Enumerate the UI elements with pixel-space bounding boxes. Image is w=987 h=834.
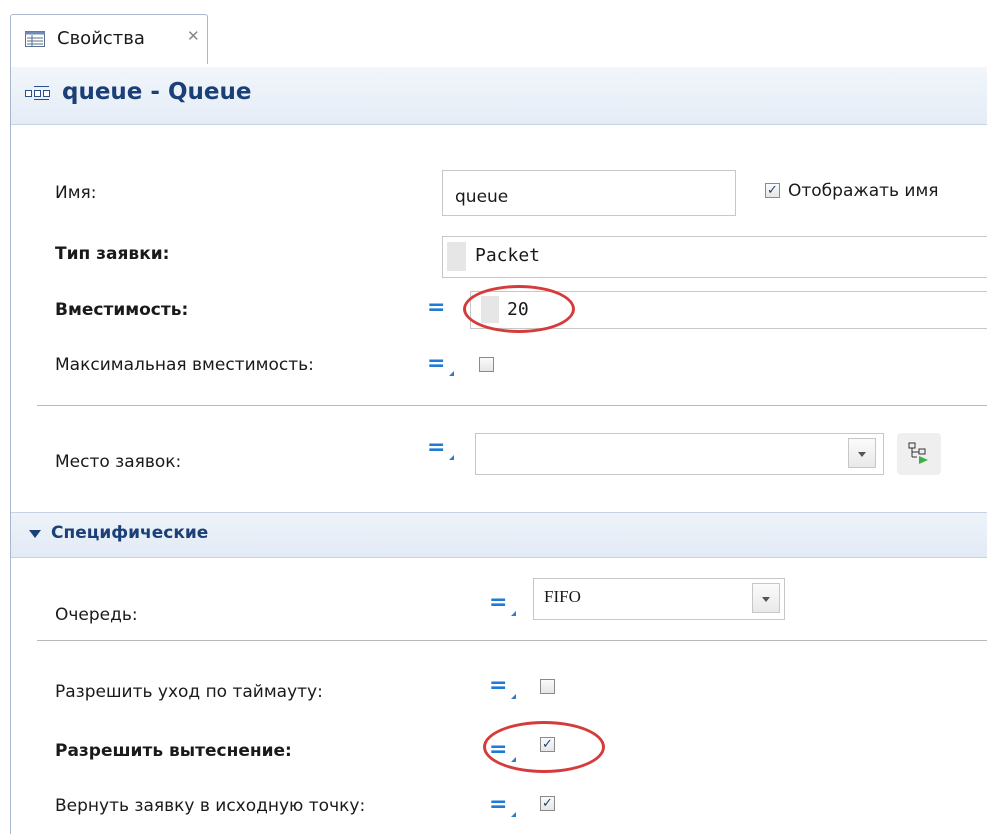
return-agent-label: Вернуть заявку в исходную точку: [55, 796, 366, 816]
highlight-ring [483, 721, 605, 773]
section-header[interactable]: Специфические [11, 512, 987, 558]
dynamic-corner [511, 694, 516, 699]
type-marker [447, 242, 466, 271]
preemption-label: Разрешить вытеснение: [55, 741, 292, 761]
agent-type-field[interactable]: Packet [442, 236, 987, 278]
properties-icon [25, 31, 45, 47]
divider [37, 640, 987, 641]
dynamic-corner [511, 812, 516, 817]
chevron-down-icon [762, 597, 770, 602]
static-value-icon[interactable]: = [427, 297, 445, 319]
dropdown-button[interactable] [752, 583, 780, 613]
highlight-ring [463, 285, 575, 333]
panel-header: queue - Queue [11, 67, 987, 125]
tree-select-icon [908, 442, 928, 464]
agent-type-value: Packet [475, 245, 541, 266]
timeout-checkbox[interactable] [540, 679, 555, 694]
close-icon[interactable]: ✕ [187, 27, 200, 45]
max-capacity-label: Максимальная вместимость: [55, 355, 314, 375]
dynamic-value-icon[interactable]: = [489, 675, 507, 697]
divider [37, 405, 987, 406]
dynamic-corner [449, 371, 454, 376]
timeout-label: Разрешить уход по таймауту: [55, 682, 323, 702]
queue-icon [25, 86, 50, 100]
tab-properties[interactable]: Свойства ✕ [10, 14, 208, 65]
capacity-label: Вместимость: [55, 300, 189, 320]
dynamic-value-icon[interactable]: = [427, 437, 445, 459]
name-label: Имя: [55, 183, 97, 203]
agent-type-label: Тип заявки: [55, 244, 170, 264]
agent-location-label: Место заявок: [55, 452, 182, 472]
dynamic-corner [511, 611, 516, 616]
chevron-down-icon [29, 530, 41, 538]
dynamic-corner [449, 455, 454, 460]
dynamic-value-icon[interactable]: = [427, 353, 445, 375]
tab-label: Свойства [57, 28, 145, 49]
dynamic-value-icon[interactable]: = [489, 794, 507, 816]
queue-label: Очередь: [55, 605, 138, 625]
chevron-down-icon [858, 452, 866, 457]
agent-location-select[interactable] [475, 433, 884, 475]
queue-value: FIFO [544, 587, 581, 606]
show-name-checkbox[interactable]: ✓ [765, 183, 780, 198]
name-field[interactable]: queue [442, 170, 736, 216]
show-name-label: Отображать имя [788, 181, 939, 201]
select-location-button[interactable] [897, 433, 941, 475]
max-capacity-checkbox[interactable] [479, 357, 494, 372]
section-title: Специфические [51, 523, 209, 543]
queue-select[interactable]: FIFO [533, 578, 785, 620]
name-value: queue [455, 187, 509, 207]
return-agent-checkbox[interactable]: ✓ [540, 796, 555, 811]
dynamic-value-icon[interactable]: = [489, 592, 507, 614]
page-title: queue - Queue [62, 79, 252, 105]
dropdown-button[interactable] [848, 438, 876, 468]
